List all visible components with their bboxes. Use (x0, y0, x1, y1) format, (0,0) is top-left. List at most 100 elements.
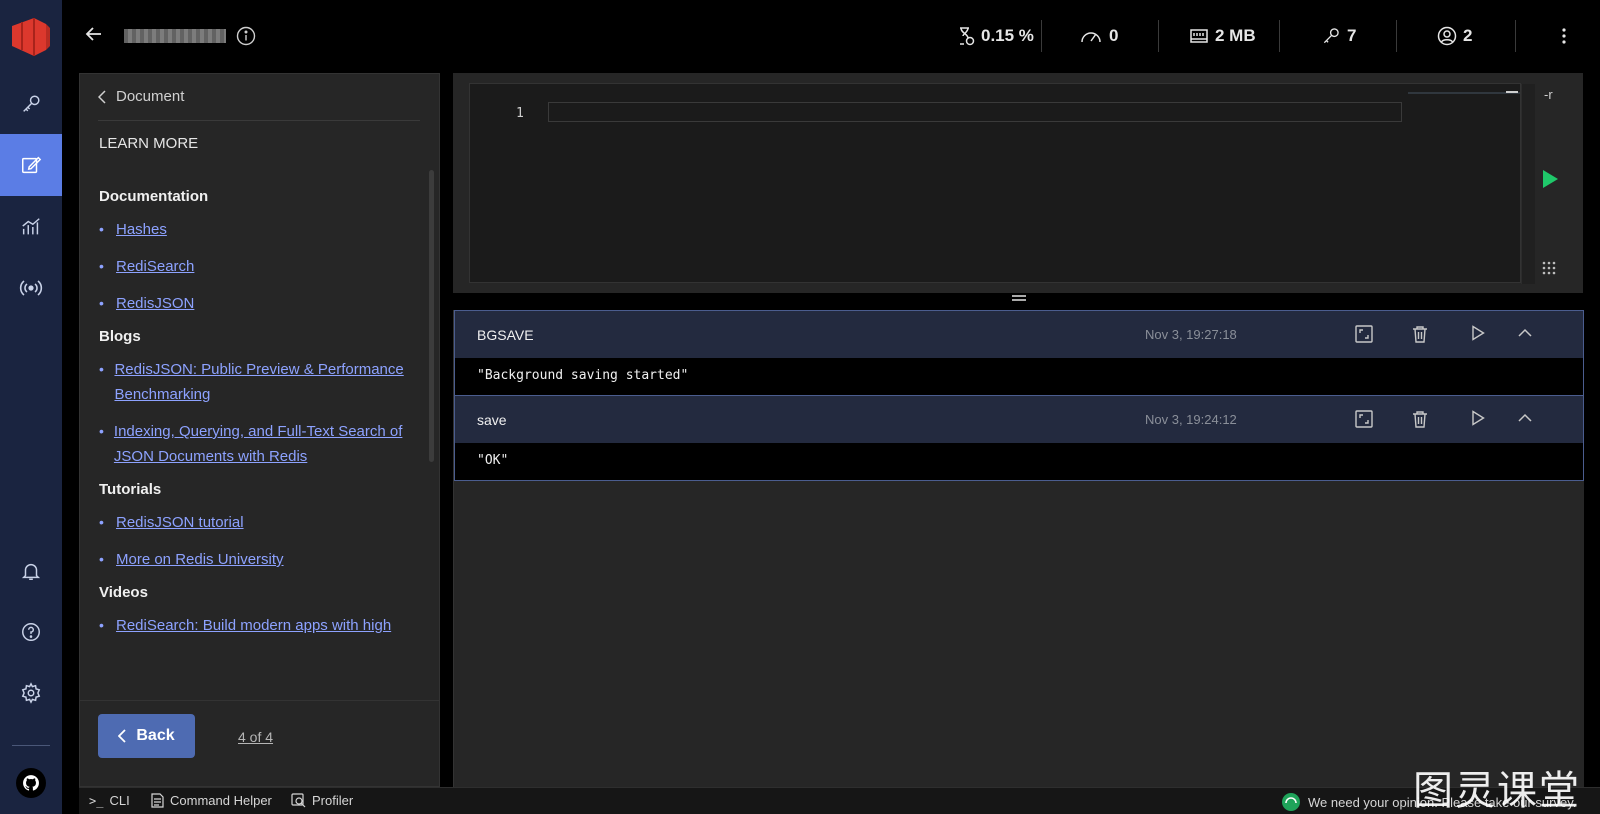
command-helper-button[interactable]: Command Helper (151, 793, 272, 808)
resize-handle[interactable] (1012, 295, 1026, 301)
user-circle-icon (1437, 26, 1457, 46)
result-output: "Background saving started" (477, 368, 689, 383)
bullet: • (99, 295, 104, 311)
rerun-icon[interactable] (1471, 410, 1485, 426)
info-icon[interactable] (236, 26, 256, 46)
redis-logo-icon[interactable] (8, 16, 54, 56)
memory-icon (1190, 29, 1208, 43)
memory-value: 2 MB (1215, 26, 1256, 45)
keys-stat: 7 (1321, 20, 1356, 52)
results-area: BGSAVE Nov 3, 19:27:18 "Background savin… (453, 310, 1584, 787)
bullet: • (99, 423, 104, 439)
terminal-icon: >_ (89, 793, 104, 808)
tutorial-link-redisjson[interactable]: RedisJSON tutorial (116, 510, 244, 535)
list-item: • Hashes (99, 217, 419, 242)
bell-icon (21, 563, 41, 580)
query-editor: 1 -r (453, 73, 1583, 293)
bottom-bar: >_ CLI Command Helper Profiler We need y… (79, 787, 1600, 814)
pagination-indicator[interactable]: 4 of 4 (238, 729, 273, 745)
nav-settings[interactable] (0, 662, 62, 724)
result-header[interactable]: BGSAVE Nov 3, 19:27:18 (455, 311, 1583, 358)
nav-analysis[interactable] (0, 196, 62, 258)
result-card: save Nov 3, 19:24:12 "OK" (454, 395, 1584, 481)
list-item: • RediSearch (99, 254, 419, 279)
memory-stat: 2 MB (1189, 20, 1256, 52)
database-name-redacted (124, 29, 226, 43)
panel-scrollbar[interactable] (429, 170, 434, 462)
more-menu-icon[interactable] (1561, 26, 1567, 46)
tutorial-link-university[interactable]: More on Redis University (116, 547, 284, 572)
section-blogs: Blogs • RedisJSON: Public Preview & Perfo… (99, 328, 419, 469)
current-line-highlight (548, 102, 1402, 122)
rerun-icon[interactable] (1471, 325, 1485, 341)
panel-back-link[interactable]: Document (98, 88, 184, 105)
command-helper-label: Command Helper (170, 793, 272, 808)
delete-icon[interactable] (1412, 325, 1428, 343)
chevron-left-icon (98, 89, 106, 104)
doc-link-redisearch[interactable]: RediSearch (116, 254, 194, 279)
result-command: save (477, 412, 507, 428)
back-button-label: Back (136, 727, 175, 744)
clients-value: 2 (1463, 26, 1473, 45)
list-item: • Indexing, Querying, and Full-Text Searc… (99, 419, 419, 469)
nav-workbench[interactable] (0, 134, 62, 196)
left-navigation (0, 0, 62, 814)
document-icon (151, 793, 164, 808)
doc-link-redisjson[interactable]: RedisJSON (116, 291, 194, 316)
back-button[interactable]: Back (98, 714, 195, 758)
nav-pubsub[interactable] (0, 257, 62, 319)
back-arrow-icon[interactable] (84, 24, 104, 44)
minimize-icon[interactable] (1506, 91, 1518, 93)
panel-footer: Back 4 of 4 (80, 700, 439, 786)
nav-browser[interactable] (0, 73, 62, 135)
doc-link-hashes[interactable]: Hashes (116, 217, 167, 242)
collapse-icon[interactable] (1518, 328, 1532, 338)
bullet: • (99, 258, 104, 274)
github-icon[interactable] (16, 768, 46, 798)
nav-notifications[interactable] (0, 540, 62, 602)
help-icon (22, 623, 40, 641)
stat-divider (1041, 20, 1042, 52)
raw-mode-toggle[interactable]: -r (1544, 87, 1553, 102)
blog-link-public-preview[interactable]: RedisJSON: Public Preview & Performance … (114, 357, 419, 407)
blog-link-indexing-querying[interactable]: Indexing, Querying, and Full-Text Search… (114, 419, 419, 469)
section-title: Documentation (99, 188, 209, 205)
bullet: • (99, 514, 104, 530)
cli-button[interactable]: >_ CLI (89, 793, 130, 808)
stat-divider (1158, 20, 1159, 52)
cpu-stat: 0.15 % (957, 20, 1034, 52)
result-timestamp: Nov 3, 19:27:18 (1145, 327, 1237, 342)
code-editor[interactable]: 1 (469, 83, 1535, 284)
section-title: Tutorials (99, 481, 162, 498)
section-title: Videos (99, 584, 148, 601)
speedometer-icon (1081, 32, 1101, 43)
run-button[interactable] (1541, 169, 1559, 189)
list-item: • RedisJSON (99, 291, 419, 316)
bullet: • (99, 551, 104, 567)
collapse-icon[interactable] (1518, 413, 1532, 423)
nav-help[interactable] (0, 601, 62, 663)
profiler-button[interactable]: Profiler (291, 793, 353, 808)
grid-menu-icon[interactable] (1542, 261, 1556, 275)
profiler-icon (291, 793, 306, 808)
survey-icon (1282, 793, 1300, 811)
fullscreen-icon[interactable] (1355, 325, 1373, 343)
result-timestamp: Nov 3, 19:24:12 (1145, 412, 1237, 427)
panel-divider (98, 120, 420, 121)
edit-icon (22, 156, 42, 174)
gear-icon (21, 682, 41, 704)
keys-value: 7 (1347, 26, 1357, 45)
key-icon (23, 95, 40, 112)
cli-label: CLI (109, 793, 130, 808)
list-item: • RedisJSON: Public Preview & Performance… (99, 357, 419, 407)
fullscreen-icon[interactable] (1355, 410, 1373, 428)
chevron-left-icon (118, 729, 127, 743)
bullet: • (99, 221, 104, 237)
section-videos: Videos • RediSearch: Build modern apps wi… (99, 584, 419, 638)
minimap-viewport (1408, 92, 1520, 94)
profiler-label: Profiler (312, 793, 354, 808)
result-header[interactable]: save Nov 3, 19:24:12 (455, 396, 1583, 443)
clients-stat: 2 (1437, 20, 1472, 52)
delete-icon[interactable] (1412, 410, 1428, 428)
video-link-redisearch[interactable]: RediSearch: Build modern apps with high (116, 613, 391, 638)
